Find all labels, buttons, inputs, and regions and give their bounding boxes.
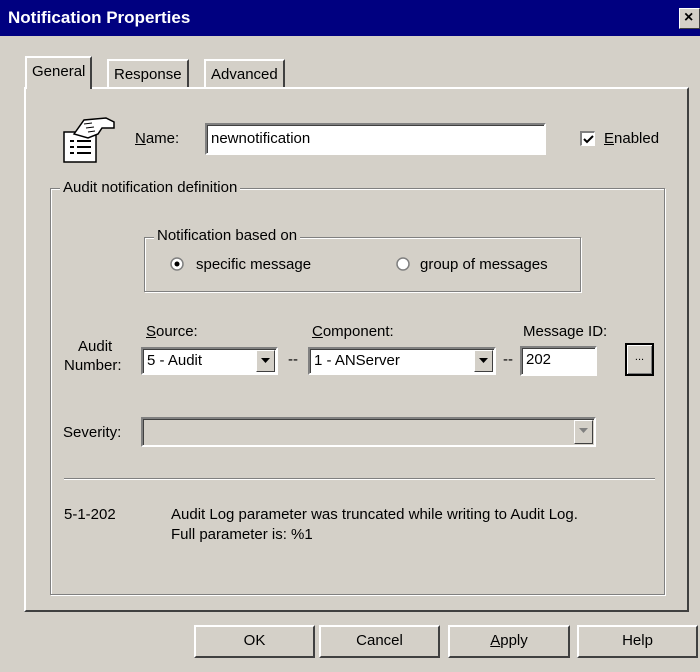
- severity-label: Severity:: [63, 424, 122, 441]
- browse-button[interactable]: ...: [625, 343, 654, 376]
- message-id-input[interactable]: 202: [520, 346, 597, 376]
- severity-dropdown-button[interactable]: [574, 420, 593, 444]
- notification-pointing-hand-icon: [62, 114, 118, 164]
- source-label: Source:: [146, 323, 198, 340]
- component-dropdown-button[interactable]: [474, 350, 493, 372]
- message-text-line2: Full parameter is: %1: [171, 526, 313, 543]
- message-id-label: Message ID:: [523, 323, 608, 340]
- ellipsis-icon: ...: [634, 351, 645, 363]
- audit-number-label-line2: Number:: [64, 357, 122, 374]
- source-dropdown-value: 5 - Audit: [147, 352, 203, 369]
- help-button-label: Help: [622, 632, 653, 649]
- cancel-button[interactable]: Cancel: [319, 625, 440, 658]
- apply-button-label: pply: [500, 632, 528, 649]
- component-label: Component:: [312, 323, 394, 340]
- apply-button[interactable]: Apply: [448, 625, 570, 658]
- specific-message-label[interactable]: specific message: [196, 256, 311, 273]
- source-dropdown-button[interactable]: [256, 350, 275, 372]
- message-id-value: 202: [526, 351, 552, 368]
- message-code: 5-1-202: [64, 506, 116, 523]
- group-separator-line: [64, 478, 655, 480]
- name-input-value: newnotification: [211, 130, 311, 147]
- source-dropdown[interactable]: 5 - Audit: [141, 347, 278, 375]
- severity-dropdown[interactable]: [141, 417, 596, 447]
- group-of-messages-label[interactable]: group of messages: [420, 256, 548, 273]
- enabled-checkbox[interactable]: [580, 131, 595, 146]
- ok-button-label: OK: [243, 632, 266, 649]
- chevron-down-icon: [479, 358, 488, 363]
- enabled-label[interactable]: Enabled: [604, 130, 659, 147]
- component-dropdown-value: 1 - ANServer: [314, 352, 400, 369]
- group-of-messages-radio[interactable]: [396, 257, 410, 271]
- notification-based-on-legend: Notification based on: [154, 227, 301, 244]
- message-text-line1: Audit Log parameter was truncated while …: [171, 506, 578, 523]
- ok-button[interactable]: OK: [194, 625, 315, 658]
- apply-button-mnemonic: A: [490, 632, 501, 649]
- chevron-down-icon: [579, 428, 588, 433]
- chevron-down-icon: [261, 358, 270, 363]
- specific-message-radio[interactable]: [170, 257, 184, 271]
- name-label: Name:: [135, 130, 180, 147]
- name-input[interactable]: newnotification: [205, 123, 546, 155]
- audit-notification-legend: Audit notification definition: [60, 179, 241, 196]
- help-button[interactable]: Help: [577, 625, 698, 658]
- separator-2: --: [503, 351, 513, 368]
- component-dropdown[interactable]: 1 - ANServer: [308, 347, 496, 375]
- separator-1: --: [288, 351, 298, 368]
- audit-number-label-line1: Audit: [78, 338, 113, 355]
- cancel-button-label: Cancel: [356, 632, 403, 649]
- checkmark-icon: [583, 135, 594, 144]
